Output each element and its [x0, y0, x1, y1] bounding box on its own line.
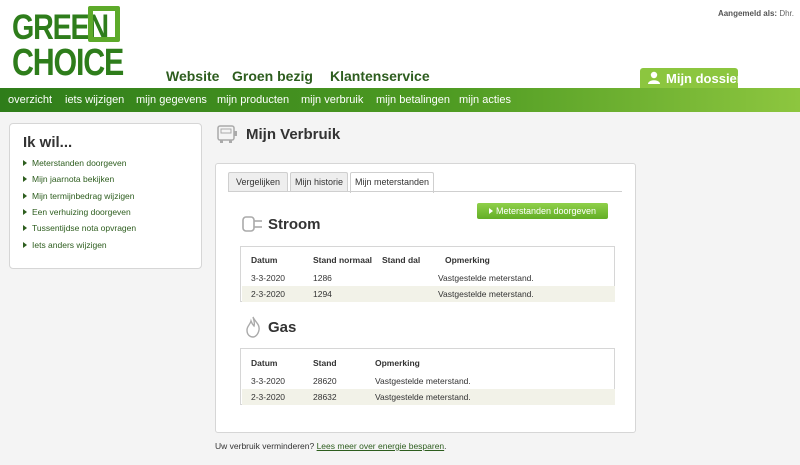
gas-row1-stand: 28620: [313, 376, 337, 386]
button-label: Meterstanden doorgeven: [495, 206, 597, 216]
top-nav-klantenservice[interactable]: Klantenservice: [330, 68, 430, 84]
arrow-right-icon: [23, 242, 27, 248]
greenchoice-logo[interactable]: GREEN CHOICE: [12, 6, 124, 84]
sidebar-item-tussentijdse-nota[interactable]: Tussentijdse nota opvragen: [23, 223, 136, 233]
sidebar-item-label: Mijn termijnbedrag wijzigen: [32, 191, 135, 201]
tab-vergelijken[interactable]: Vergelijken: [228, 172, 288, 192]
page-title: Mijn Verbruik: [246, 126, 341, 143]
nav-mijn-verbruik[interactable]: mijn verbruik: [301, 94, 363, 106]
sidebar-item-label: Mijn jaarnota bekijken: [32, 174, 115, 184]
gas-row2-opmerking: Vastgestelde meterstand.: [375, 392, 471, 402]
stroom-row1-opmerking: Vastgestelde meterstand.: [438, 273, 534, 283]
arrow-right-icon: [23, 160, 27, 166]
play-arrow-icon: [488, 208, 493, 214]
nav-mijn-acties[interactable]: mijn acties: [459, 94, 511, 106]
sidebar-item-termijnbedrag[interactable]: Mijn termijnbedrag wijzigen: [23, 191, 135, 201]
energy-saving-note: Uw verbruik verminderen? Lees meer over …: [215, 441, 447, 451]
stroom-row2-opmerking: Vastgestelde meterstand.: [438, 289, 534, 299]
sidebar-item-label: Een verhuizing doorgeven: [32, 207, 131, 217]
tab-mijn-historie[interactable]: Mijn historie: [290, 172, 348, 192]
tab-mijn-dossier[interactable]: Mijn dossier: [640, 68, 742, 88]
col-datum: Datum: [251, 255, 278, 265]
logged-in-label: Aangemeld als:: [717, 9, 778, 18]
gas-row2-stand: 28632: [313, 392, 337, 402]
nav-overzicht[interactable]: overzicht: [8, 94, 52, 106]
col-stand-normaal: Stand normaal: [313, 255, 373, 265]
stroom-row1-datum: 3-3-2020: [251, 273, 286, 283]
col-stand-dal: Stand dal: [382, 255, 421, 265]
energie-besparen-link[interactable]: Lees meer over energie besparen: [317, 441, 445, 451]
sidebar-item-jaarnota[interactable]: Mijn jaarnota bekijken: [23, 174, 114, 184]
stroom-row2-datum: 2-3-2020: [251, 289, 286, 299]
stroom-row2-normaal: 1294: [313, 289, 332, 299]
logo-line2: CHOICE: [12, 42, 124, 84]
gas-row1-opmerking: Vastgestelde meterstand.: [375, 376, 471, 386]
tab-divider: [228, 191, 622, 192]
sidebar-item-verhuizing[interactable]: Een verhuizing doorgeven: [23, 207, 131, 217]
arrow-right-icon: [23, 209, 27, 215]
stroom-row1-normaal: 1286: [313, 273, 332, 283]
sidebar-item-label: Iets anders wijzigen: [32, 240, 107, 250]
nav-mijn-gegevens[interactable]: mijn gegevens: [136, 94, 207, 106]
sidebar-item-label: Tussentijdse nota opvragen: [32, 223, 137, 233]
dossier-label: Mijn dossier: [666, 71, 742, 86]
col-opmerking: Opmerking: [375, 358, 420, 368]
sidebar-title: Ik wil...: [23, 134, 73, 151]
col-datum: Datum: [251, 358, 278, 368]
gas-row1-datum: 3-3-2020: [251, 376, 286, 386]
arrow-right-icon: [23, 176, 27, 182]
stroom-title: Stroom: [268, 216, 321, 233]
sidebar-item-meterstanden[interactable]: Meterstanden doorgeven: [23, 158, 127, 168]
meterstanden-doorgeven-button[interactable]: Meterstanden doorgeven: [477, 203, 608, 219]
logo-square-icon: [88, 6, 120, 42]
meter-icon: [217, 125, 237, 143]
footer-text: Uw verbruik verminderen?: [215, 441, 315, 451]
top-nav-groen-bezig[interactable]: Groen bezig: [232, 68, 313, 84]
arrow-right-icon: [23, 225, 27, 231]
gas-title: Gas: [268, 319, 297, 336]
plug-icon: [242, 216, 262, 232]
gas-table: Datum Stand Opmerking 3-3-2020 28620 Vas…: [240, 348, 615, 405]
logged-in-info: Aangemeld als: Dhr.: [718, 9, 794, 18]
sidebar-item-iets-anders[interactable]: Iets anders wijzigen: [23, 240, 107, 250]
nav-mijn-betalingen[interactable]: mijn betalingen: [376, 94, 450, 106]
tab-mijn-meterstanden[interactable]: Mijn meterstanden: [350, 172, 434, 193]
stroom-table: Datum Stand normaal Stand dal Opmerking …: [240, 246, 615, 302]
main-nav: overzicht iets wijzigen mijn gegevens mi…: [0, 88, 800, 112]
flame-icon: [246, 316, 260, 338]
col-stand: Stand: [313, 358, 337, 368]
arrow-right-icon: [23, 193, 27, 199]
gas-row2-datum: 2-3-2020: [251, 392, 286, 402]
user-icon: [648, 71, 660, 84]
top-nav-website[interactable]: Website: [166, 68, 219, 84]
sidebar-item-label: Meterstanden doorgeven: [32, 158, 127, 168]
logged-in-user: Dhr.: [779, 9, 794, 18]
nav-iets-wijzigen[interactable]: iets wijzigen: [65, 94, 124, 106]
header: GREEN CHOICE Aangemeld als: Dhr. Website…: [0, 0, 800, 88]
col-opmerking: Opmerking: [445, 255, 490, 265]
sidebar-ik-wil: Ik wil... Meterstanden doorgeven Mijn ja…: [9, 123, 202, 269]
nav-mijn-producten[interactable]: mijn producten: [217, 94, 289, 106]
footer-suffix: .: [444, 441, 447, 451]
row-highlight: [242, 286, 615, 302]
